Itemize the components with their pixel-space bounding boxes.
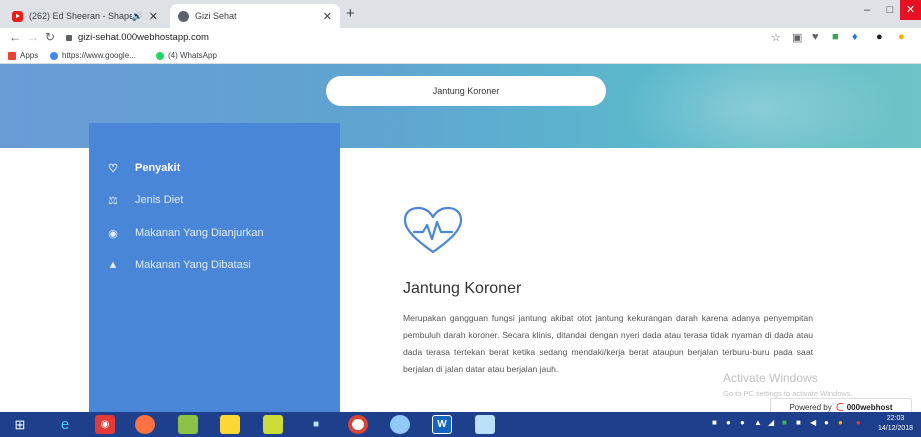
new-tab-button[interactable]: + (346, 5, 355, 22)
media-icon[interactable]: ◉ (95, 415, 115, 434)
search-input[interactable]: Jantung Koroner (326, 76, 606, 106)
tray-icon[interactable]: ■ (712, 418, 717, 427)
powered-by-badge[interactable]: Powered by ᑕ 000webhost (770, 398, 912, 412)
bookmark-apps[interactable]: Apps (8, 51, 38, 60)
tab-title: Gizi Sehat (195, 11, 237, 21)
apps-grid-icon (8, 51, 16, 60)
scale-icon: ⚖ (108, 194, 118, 207)
app-icon[interactable] (178, 415, 198, 434)
whatsapp-icon (156, 51, 164, 60)
lock-icon[interactable] (66, 35, 72, 41)
sidebar: ♡ Penyakit ⚖ Jenis Diet ◉ Makanan Yang D… (89, 123, 340, 412)
heart-pulse-icon: ♡ (108, 162, 118, 175)
sidebar-item-makanan-dibatasi[interactable]: ▲ Makanan Yang Dibatasi (105, 256, 251, 274)
file-explorer-icon[interactable] (220, 415, 240, 434)
extension-icon[interactable]: ● (898, 31, 905, 43)
star-icon[interactable]: ☆ (771, 31, 781, 44)
app-icon[interactable] (390, 415, 410, 434)
tab-title: (262) Ed Sheeran - Shape of (29, 11, 132, 21)
tab-youtube[interactable]: (262) Ed Sheeran - Shape of 🔊 ✕ (4, 4, 166, 28)
disease-description: Merupakan gangguan fungsi jantung akibat… (403, 313, 813, 374)
clock-date: 14/12/2018 (878, 425, 914, 432)
extension-icon[interactable]: ▣ (792, 31, 802, 44)
back-icon[interactable]: ← (9, 30, 21, 44)
tray-icon[interactable]: ■ (796, 418, 801, 427)
heart-pulse-icon (403, 206, 463, 254)
close-window-icon[interactable]: ✕ (900, 0, 921, 20)
tray-icon[interactable]: ● (824, 418, 829, 427)
forward-icon[interactable]: → (27, 30, 39, 44)
chrome-icon[interactable] (348, 415, 368, 434)
bookmark-label: Apps (20, 51, 39, 60)
extension-icon[interactable]: ■ (832, 31, 839, 43)
browser-tab-strip: (262) Ed Sheeran - Shape of 🔊 ✕ Gizi Seh… (0, 0, 921, 28)
sidebar-item-makanan-dianjurkan[interactable]: ◉ Makanan Yang Dianjurkan (105, 224, 264, 242)
word-icon[interactable]: W (432, 415, 452, 434)
clock-time: 22:03 (886, 415, 905, 422)
volume-icon[interactable]: ◀ (810, 418, 816, 427)
taskbar-clock[interactable]: 22:03 14/12/2018 (878, 414, 913, 434)
windows-taskbar: ⊞ e ◉ ■ W ■ ● ● ▲ ◢ ■ ■ ◀ ● ● ● 22:03 14… (0, 412, 921, 437)
speaker-icon[interactable]: 🔊 (132, 11, 143, 22)
tray-icon[interactable]: ● (740, 418, 745, 427)
app-icon[interactable] (475, 415, 495, 434)
close-tab-icon[interactable]: ✕ (323, 10, 332, 23)
close-tab-icon[interactable]: ✕ (149, 10, 158, 23)
warning-icon: ▲ (107, 259, 119, 271)
tray-icon[interactable]: ■ (782, 418, 787, 427)
google-icon (50, 51, 58, 60)
profile-icon[interactable]: ● (876, 31, 883, 43)
browser-toolbar: ← → ↻ gizi-sehat.000webhostapp.com ☆ ▣ ♥… (0, 28, 921, 48)
video-icon[interactable]: ■ (306, 415, 326, 434)
bookmarks-bar: Apps https://www.google... (4) WhatsApp (0, 48, 921, 64)
sidebar-item-penyakit[interactable]: ♡ Penyakit (105, 159, 180, 177)
sidebar-item-label: Penyakit (135, 162, 181, 174)
tray-icon[interactable]: ▲ (754, 418, 762, 427)
windows-start-icon[interactable]: ⊞ (10, 415, 30, 434)
reload-icon[interactable]: ↻ (45, 30, 55, 44)
powered-brand: 000webhost (846, 403, 893, 412)
page-title: Jantung Koroner (403, 280, 522, 297)
bookmark-label: https://www.google... (62, 51, 136, 60)
youtube-icon (12, 10, 23, 22)
sidebar-item-label: Makanan Yang Dibatasi (135, 259, 251, 271)
sidebar-item-label: Makanan Yang Dianjurkan (135, 227, 264, 239)
bookmark-label: (4) WhatsApp (168, 51, 217, 60)
tray-icon[interactable]: ● (838, 418, 843, 427)
activate-windows-subtitle: Go to PC settings to activate Windows. (723, 389, 853, 398)
webhost-logo-icon: ᑕ (835, 402, 844, 412)
bookmark-google[interactable]: https://www.google... (50, 51, 136, 60)
main-content: Jantung Koroner Merupakan gangguan fungs… (340, 148, 921, 412)
powered-prefix: Powered by (789, 403, 832, 412)
bookmark-whatsapp[interactable]: (4) WhatsApp (156, 51, 217, 60)
sidebar-item-label: Jenis Diet (135, 194, 184, 206)
tab-gizi-sehat[interactable]: Gizi Sehat ✕ (170, 4, 340, 28)
food-icon: ◉ (108, 227, 118, 240)
app-icon[interactable] (263, 415, 283, 434)
web-page: Jantung Koroner ♡ Penyakit ⚖ Jenis Diet … (0, 64, 921, 412)
extension-icon[interactable]: ♥ (812, 31, 819, 43)
network-icon[interactable]: ◢ (768, 418, 774, 427)
extension-icon[interactable]: ♦ (852, 31, 858, 43)
tray-icon[interactable]: ● (726, 418, 731, 427)
activate-windows-title: Activate Windows (723, 371, 818, 385)
tray-icon[interactable]: ● (856, 418, 861, 427)
address-bar[interactable]: gizi-sehat.000webhostapp.com (78, 32, 209, 43)
site-icon (178, 10, 189, 22)
ie-icon[interactable]: e (55, 415, 75, 434)
sidebar-item-jenis-diet[interactable]: ⚖ Jenis Diet (105, 191, 183, 209)
firefox-icon[interactable] (135, 415, 155, 434)
